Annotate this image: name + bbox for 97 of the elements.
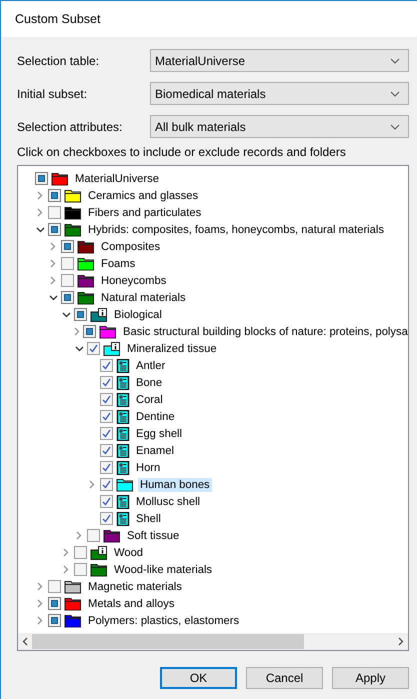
checkbox[interactable] <box>100 393 113 406</box>
chevron-down-icon <box>390 90 400 96</box>
tree-item[interactable]: Wood <box>112 546 146 560</box>
scroll-left-icon[interactable] <box>22 637 28 646</box>
field-label: Initial subset: <box>17 86 88 100</box>
checkbox[interactable] <box>100 444 113 457</box>
field-label: Selection attributes: <box>17 120 124 134</box>
tree-item[interactable]: Mollusc shell <box>134 494 202 508</box>
checkbox[interactable] <box>48 206 61 219</box>
checkbox[interactable] <box>48 580 61 593</box>
checkbox[interactable] <box>35 172 48 185</box>
record-icon <box>116 444 130 458</box>
checkbox[interactable] <box>100 427 113 440</box>
tree-item[interactable]: Bone <box>134 376 164 390</box>
checkbox[interactable] <box>48 223 61 236</box>
tree-item[interactable]: Horn <box>134 460 162 474</box>
checkbox[interactable] <box>61 257 74 270</box>
tree-item[interactable]: Polymers: plastics, elastomers <box>86 614 242 628</box>
chevron-right-icon[interactable] <box>89 480 95 489</box>
horizontal-scrollbar[interactable] <box>18 633 408 650</box>
chevron-right-icon[interactable] <box>37 191 43 200</box>
chevron-right-icon[interactable] <box>37 208 43 217</box>
instruction-text: Click on checkboxes to include or exclude records and folders <box>17 145 347 159</box>
tree-item[interactable]: Biological <box>112 308 164 322</box>
tree-item[interactable]: Soft tissue <box>125 528 182 542</box>
record-icon <box>116 358 130 372</box>
record-icon <box>116 512 130 526</box>
tree-item[interactable]: Hybrids: composites, foams, honeycombs, natural materials <box>86 222 386 236</box>
record-icon <box>116 392 130 406</box>
tree-item[interactable]: Metals and alloys <box>86 596 176 610</box>
tree-item[interactable]: MaterialUniverse <box>73 172 161 186</box>
checkbox[interactable] <box>48 189 61 202</box>
tree-item[interactable]: Dentine <box>134 410 177 424</box>
tree-item[interactable]: Honeycombs <box>99 274 168 288</box>
checkbox[interactable] <box>87 529 100 542</box>
dialog-button[interactable]: OK <box>160 667 237 689</box>
tree-item[interactable]: Foams <box>99 256 138 270</box>
checkbox[interactable] <box>100 495 113 508</box>
checkbox[interactable] <box>74 546 87 559</box>
tree-item[interactable]: Fibers and particulates <box>86 206 204 220</box>
record-icon <box>116 376 130 390</box>
checkbox[interactable] <box>100 410 113 423</box>
scroll-right-icon[interactable] <box>398 637 404 646</box>
record-icon <box>116 426 130 440</box>
checkbox[interactable] <box>61 240 74 253</box>
chevron-right-icon[interactable] <box>37 599 43 608</box>
tree-item[interactable]: Ceramics and glasses <box>86 188 200 202</box>
tree-item[interactable]: Human bones <box>138 478 212 492</box>
tree-item[interactable]: Shell <box>134 512 163 526</box>
chevron-down-icon[interactable] <box>36 226 44 232</box>
tree-item[interactable]: Coral <box>134 392 165 406</box>
record-icon <box>116 460 130 474</box>
chevron-right-icon[interactable] <box>37 582 43 591</box>
dropdown[interactable]: All bulk materials <box>150 115 409 138</box>
chevron-right-icon[interactable] <box>50 276 56 285</box>
chevron-right-icon[interactable] <box>50 242 56 251</box>
tree-item[interactable]: Composites <box>99 240 162 254</box>
chevron-down-icon <box>390 58 400 64</box>
checkbox[interactable] <box>83 325 96 338</box>
field-label: Selection table: <box>17 54 100 68</box>
chevron-down-icon[interactable] <box>48 294 58 300</box>
chevron-down-icon[interactable] <box>62 312 70 318</box>
dropdown[interactable]: Biomedical materials <box>150 82 409 105</box>
chevron-down-icon[interactable] <box>74 346 84 352</box>
checkbox[interactable] <box>100 359 113 372</box>
record-icon <box>116 494 130 508</box>
checkbox[interactable] <box>61 291 74 304</box>
chevron-right-icon[interactable] <box>76 531 82 540</box>
chevron-right-icon[interactable] <box>63 548 69 557</box>
chevron-right-icon[interactable] <box>37 616 43 625</box>
checkbox[interactable] <box>100 461 113 474</box>
chevron-right-icon[interactable] <box>50 259 56 268</box>
checkbox[interactable] <box>48 614 61 627</box>
chevron-right-icon[interactable] <box>74 327 80 336</box>
checkbox[interactable] <box>74 563 87 576</box>
tree-item[interactable]: Basic structural building blocks of nature: proteins, polysa <box>121 324 408 338</box>
tree-item[interactable]: Wood-like materials <box>112 562 214 576</box>
record-icon <box>116 410 130 424</box>
dialog-button[interactable]: Cancel <box>246 667 323 689</box>
dropdown[interactable]: MaterialUniverse <box>150 49 409 72</box>
checkbox[interactable] <box>100 376 113 389</box>
checkbox[interactable] <box>100 478 113 491</box>
tree-item[interactable]: Egg shell <box>134 426 184 440</box>
checkbox[interactable] <box>48 597 61 610</box>
chevron-right-icon[interactable] <box>63 565 69 574</box>
tree-item[interactable]: Enamel <box>134 444 176 458</box>
tree-item[interactable]: Mineralized tissue <box>125 342 219 356</box>
checkbox[interactable] <box>100 512 113 525</box>
checkbox[interactable] <box>74 308 87 321</box>
window-title: Custom Subset <box>15 12 100 26</box>
checkbox[interactable] <box>61 274 74 287</box>
tree-item[interactable]: Magnetic materials <box>86 580 184 594</box>
tree-item[interactable]: Antler <box>134 358 168 372</box>
tree-item[interactable]: Natural materials <box>99 290 188 304</box>
checkbox[interactable] <box>87 342 100 355</box>
chevron-down-icon <box>390 124 400 130</box>
dialog-button[interactable]: Apply <box>332 667 409 689</box>
